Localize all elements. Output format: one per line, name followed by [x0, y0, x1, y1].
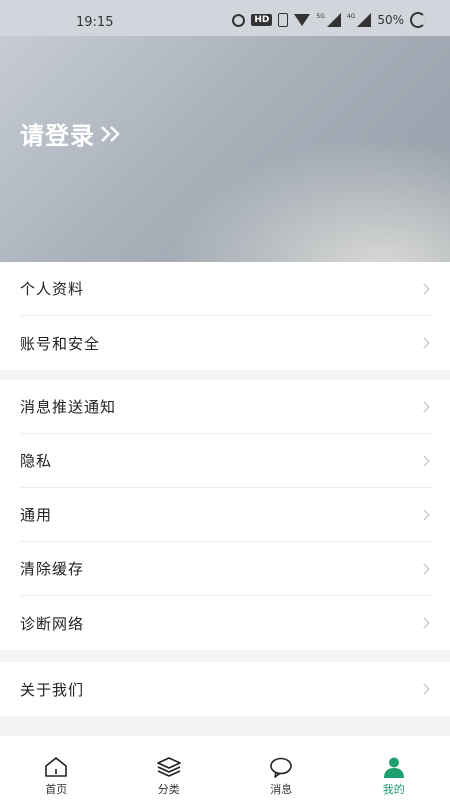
bottom-tab-bar: 首页 分类 消息 我的	[0, 736, 450, 800]
chevron-right-icon	[418, 400, 430, 413]
status-time: 19:15	[76, 15, 114, 30]
settings-group-account: 个人资料 账号和安全	[0, 262, 450, 370]
settings-group-about: 关于我们	[0, 662, 450, 716]
status-bar: 19:15 HD 5G 4G 50%	[0, 0, 450, 36]
menu-item-label: 个人资料	[20, 280, 85, 298]
chevron-right-icon	[418, 562, 430, 575]
menu-item-profile[interactable]: 个人资料	[20, 262, 432, 316]
profile-header: 请登录	[0, 36, 450, 262]
tab-mine[interactable]: 我的	[354, 736, 434, 800]
tab-label: 首页	[45, 783, 68, 796]
layers-icon	[156, 757, 181, 777]
vibrate-icon	[278, 13, 289, 27]
chevron-right-icon	[418, 617, 430, 629]
battery-percent: 50%	[377, 13, 404, 27]
chevron-right-icon	[418, 454, 430, 467]
menu-item-push-notifications[interactable]: 消息推送通知	[20, 380, 432, 434]
double-chevron-right-icon	[101, 125, 120, 142]
menu-item-label: 关于我们	[20, 680, 85, 699]
tab-label: 我的	[382, 783, 405, 796]
tab-messages[interactable]: 消息	[241, 736, 321, 800]
settings-group-general: 消息推送通知 隐私 通用 清除缓存 诊断网络	[0, 380, 450, 650]
menu-item-network-diagnosis[interactable]: 诊断网络	[20, 596, 432, 650]
wifi-icon	[294, 14, 311, 26]
signal-icon	[326, 13, 341, 27]
menu-item-about-us[interactable]: 关于我们	[20, 662, 432, 716]
tab-label: 消息	[270, 783, 293, 796]
network-label-4g: 4G	[346, 12, 356, 20]
menu-item-label: 诊断网络	[20, 614, 85, 633]
login-label: 请登录	[20, 122, 95, 150]
battery-icon	[410, 12, 426, 28]
hd-badge: HD	[251, 14, 273, 26]
menu-item-label: 消息推送通知	[20, 398, 117, 416]
signal-icon	[357, 13, 372, 27]
menu-item-label: 账号和安全	[20, 334, 101, 353]
menu-item-label: 通用	[20, 506, 53, 524]
menu-item-clear-cache[interactable]: 清除缓存	[20, 542, 432, 596]
status-icons: HD 5G 4G 50%	[232, 12, 426, 28]
tab-category[interactable]: 分类	[129, 736, 209, 800]
home-icon	[45, 757, 68, 777]
chevron-right-icon	[418, 282, 430, 295]
tab-label: 分类	[157, 783, 180, 796]
menu-item-privacy[interactable]: 隐私	[20, 434, 432, 488]
alarm-icon	[232, 13, 246, 27]
chevron-right-icon	[418, 508, 430, 521]
menu-item-label: 隐私	[20, 452, 53, 470]
chat-bubble-icon	[270, 757, 293, 778]
menu-item-account-security[interactable]: 账号和安全	[20, 316, 432, 370]
user-icon	[383, 757, 404, 778]
chevron-right-icon	[418, 337, 430, 349]
tab-home[interactable]: 首页	[16, 736, 96, 800]
menu-item-general[interactable]: 通用	[20, 488, 432, 542]
menu-item-label: 清除缓存	[20, 560, 85, 578]
network-label-5g: 5G	[316, 12, 325, 20]
login-link[interactable]: 请登录	[20, 116, 123, 151]
chevron-right-icon	[418, 683, 430, 695]
